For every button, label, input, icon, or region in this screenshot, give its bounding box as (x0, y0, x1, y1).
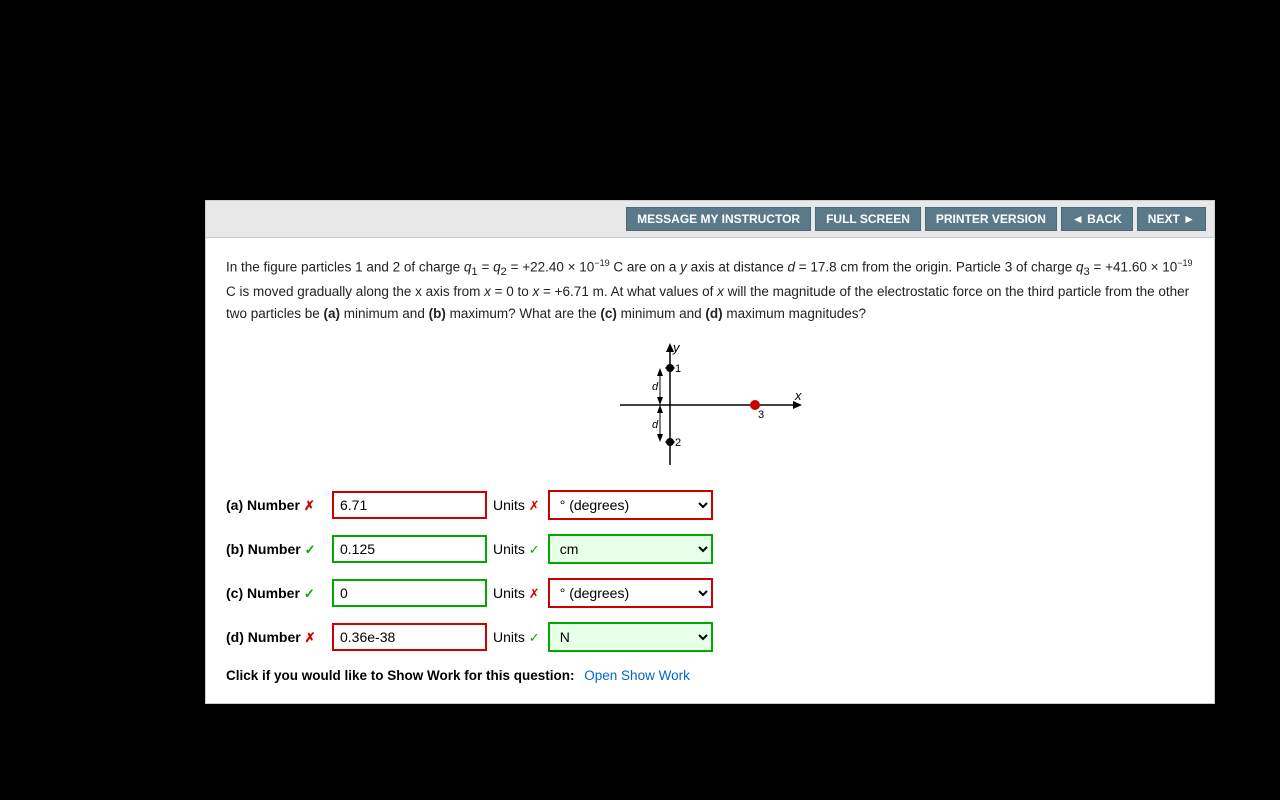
input-d-number[interactable] (332, 623, 487, 651)
check-mark-c: ✓ (304, 586, 315, 601)
units-select-b[interactable]: cm m N ° (degrees) (548, 534, 713, 564)
cross-mark-units-c: ✗ (529, 586, 540, 601)
svg-text:d: d (652, 381, 659, 393)
check-mark-b: ✓ (305, 542, 316, 557)
check-mark-units-d: ✓ (529, 630, 540, 645)
input-b-number[interactable] (332, 535, 487, 563)
main-container: MESSAGE MY INSTRUCTOR FULL SCREEN PRINTE… (205, 200, 1215, 704)
units-label-c: Units ✗ (493, 585, 542, 602)
answer-row-a: (a) Number ✗ Units ✗ ° (degrees) m cm N (226, 490, 1194, 520)
show-work-row: Click if you would like to Show Work for… (226, 668, 1194, 683)
open-show-work-link[interactable]: Open Show Work (584, 668, 690, 683)
toolbar: MESSAGE MY INSTRUCTOR FULL SCREEN PRINTE… (206, 201, 1214, 238)
svg-text:1: 1 (675, 363, 681, 375)
next-button[interactable]: NEXT ► (1137, 207, 1206, 231)
physics-diagram: y x 1 2 d d (610, 340, 810, 470)
units-select-d[interactable]: N ° (degrees) m cm (548, 622, 713, 652)
svg-text:x: x (794, 388, 802, 403)
answer-row-b: (b) Number ✓ Units ✓ cm m N ° (degrees) (226, 534, 1194, 564)
units-label-b: Units ✓ (493, 541, 542, 558)
answer-row-c: (c) Number ✓ Units ✗ ° (degrees) N m cm (226, 578, 1194, 608)
answer-row-d: (d) Number ✗ Units ✓ N ° (degrees) m cm (226, 622, 1194, 652)
units-select-c[interactable]: ° (degrees) N m cm (548, 578, 713, 608)
label-b: (b) Number ✓ (226, 541, 326, 558)
units-label-a: Units ✗ (493, 497, 542, 514)
cross-mark-d: ✗ (305, 630, 316, 645)
content-area: In the figure particles 1 and 2 of charg… (206, 238, 1214, 703)
units-label-d: Units ✓ (493, 629, 542, 646)
svg-text:3: 3 (758, 409, 764, 421)
message-instructor-button[interactable]: MESSAGE MY INSTRUCTOR (626, 207, 811, 231)
input-c-number[interactable] (332, 579, 487, 607)
check-mark-units-b: ✓ (529, 542, 540, 557)
fullscreen-button[interactable]: FULL SCREEN (815, 207, 921, 231)
label-c: (c) Number ✓ (226, 585, 326, 602)
printer-version-button[interactable]: PRINTER VERSION (925, 207, 1057, 231)
problem-text: In the figure particles 1 and 2 of charg… (226, 256, 1194, 324)
label-d: (d) Number ✗ (226, 629, 326, 646)
units-select-a[interactable]: ° (degrees) m cm N (548, 490, 713, 520)
svg-text:d: d (652, 419, 659, 431)
svg-text:2: 2 (675, 437, 681, 449)
svg-text:y: y (672, 340, 681, 355)
cross-mark-units-a: ✗ (529, 498, 540, 513)
show-work-label: Click if you would like to Show Work for… (226, 668, 575, 683)
answers-section: (a) Number ✗ Units ✗ ° (degrees) m cm N (226, 490, 1194, 652)
cross-mark-a: ✗ (304, 498, 315, 513)
input-a-number[interactable] (332, 491, 487, 519)
back-button[interactable]: ◄ BACK (1061, 207, 1133, 231)
diagram-area: y x 1 2 d d (226, 340, 1194, 470)
label-a: (a) Number ✗ (226, 497, 326, 514)
